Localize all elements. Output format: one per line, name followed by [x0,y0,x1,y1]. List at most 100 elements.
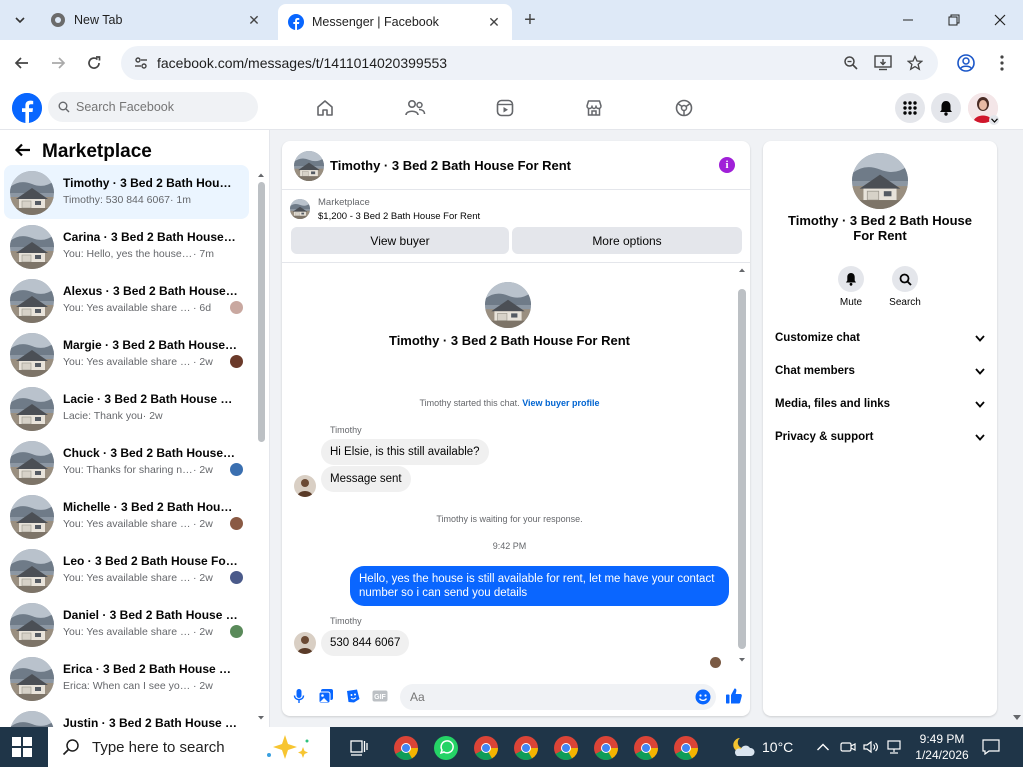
minimize-icon[interactable] [885,0,931,40]
chat-avatar[interactable] [294,151,324,181]
media-files-links-section[interactable]: Media, files and links [775,394,985,414]
facebook-logo-icon[interactable] [12,93,42,123]
video-icon[interactable] [491,94,519,122]
message-input-box[interactable] [400,684,716,710]
volume-icon[interactable] [863,740,879,754]
back-arrow-icon[interactable] [14,141,32,164]
marketplace-heading: Marketplace [14,138,152,166]
view-buyer-profile-link[interactable]: View buyer profile [522,398,599,408]
profile-icon[interactable] [952,49,980,77]
microphone-icon[interactable] [290,687,308,705]
bell-icon[interactable] [838,266,864,292]
chrome-app-icon[interactable] [513,735,539,761]
chrome-app-icon[interactable] [593,735,619,761]
conversation-item[interactable]: Daniel · 3 Bed 2 Bath House For Rent You:… [4,597,249,651]
close-window-icon[interactable] [977,0,1023,40]
new-tab-plus-icon[interactable]: + [518,8,542,32]
photo-icon[interactable] [317,687,335,705]
list-scrollbar[interactable] [257,172,265,720]
listing-thumbnail[interactable] [290,199,310,219]
conversation-item[interactable]: Leo · 3 Bed 2 Bath House For Rent You: Ye… [4,543,249,597]
notification-center-icon[interactable] [982,727,1000,767]
incoming-message[interactable]: 530 844 6067 [321,630,410,656]
network-icon[interactable] [886,740,902,754]
mute-action[interactable]: Mute [829,266,873,308]
taskbar-search-box[interactable]: Type here to search [48,727,330,767]
chevron-up-icon[interactable] [816,742,830,752]
thumbs-up-icon[interactable] [725,687,743,705]
chat-title[interactable]: Timothy · 3 Bed 2 Bath House For Rent [330,158,571,173]
notifications-bell-icon[interactable] [931,93,961,123]
conversation-item[interactable]: Margie · 3 Bed 2 Bath House For Rent You:… [4,327,249,381]
bookmark-star-icon[interactable] [905,53,925,73]
chrome-icon [51,13,65,27]
message-input[interactable] [410,690,680,704]
sticker-icon[interactable] [344,687,362,705]
zoom-icon[interactable] [841,53,861,73]
whatsapp-app-icon[interactable] [433,735,459,761]
close-tab-icon[interactable]: ✕ [486,14,502,30]
conversation-item[interactable]: Lacie · 3 Bed 2 Bath House For Rent Lacie… [4,381,249,435]
chrome-app-icon[interactable] [553,735,579,761]
chrome-app-icon[interactable] [473,735,499,761]
friends-icon[interactable] [401,94,429,122]
conversation-item[interactable]: Justin · 3 Bed 2 Bath House For Rent [4,705,249,727]
emoji-icon[interactable] [695,689,711,705]
tab-new-tab[interactable]: New Tab ✕ [40,4,272,36]
customize-chat-section[interactable]: Customize chat [775,328,985,348]
chrome-app-icon[interactable] [393,735,419,761]
clock-date: 1/24/2026 [915,748,969,762]
outgoing-message[interactable]: Hello, yes the house is still available … [350,566,729,606]
clock[interactable]: 9:49 PM 1/24/2026 [910,727,974,767]
address-bar[interactable]: facebook.com/messages/t/1411014020399553 [121,46,938,80]
restore-icon[interactable] [931,0,977,40]
tab-search-chevron-icon[interactable] [8,8,32,32]
more-options-button[interactable]: More options [512,227,742,254]
gaming-icon[interactable] [670,94,698,122]
meet-now-icon[interactable] [840,740,856,754]
conversation-item[interactable]: Michelle · 3 Bed 2 Bath House For Rent Yo… [4,489,249,543]
weather-widget[interactable]: 10°C [729,727,793,767]
conversation-item[interactable]: Carina · 3 Bed 2 Bath House For Rent You:… [4,219,249,273]
conversation-preview: You: Hello, yes the house is still avail… [63,248,233,260]
conversation-item[interactable]: Timothy · 3 Bed 2 Bath House For Rent Tim… [4,165,249,219]
marketplace-icon[interactable] [580,94,608,122]
kebab-menu-icon[interactable] [988,49,1016,77]
incoming-message[interactable]: Hi Elsie, is this still available? [321,439,489,465]
install-app-icon[interactable] [873,53,893,73]
chevron-down-icon [975,400,985,408]
reload-icon[interactable] [80,49,108,77]
forward-arrow-icon[interactable] [44,49,72,77]
info-icon[interactable]: i [719,157,735,173]
chrome-app-icon[interactable] [633,735,659,761]
conversation-item[interactable]: Chuck · 3 Bed 2 Bath House For Rent You: … [4,435,249,489]
close-tab-icon[interactable]: ✕ [246,12,262,28]
menu-grid-icon[interactable] [895,93,925,123]
privacy-support-section[interactable]: Privacy & support [775,427,985,447]
incoming-message[interactable]: Message sent [321,466,411,492]
search-action[interactable]: Search [883,266,927,308]
listing-title[interactable]: $1,200 - 3 Bed 2 Bath House For Rent [318,211,480,222]
conversation-item[interactable]: Erica · 3 Bed 2 Bath House For Rent Erica… [4,651,249,705]
tab-messenger[interactable]: Messenger | Facebook ✕ [278,4,512,40]
search-icon[interactable] [892,266,918,292]
task-view-icon[interactable] [349,737,369,757]
home-icon[interactable] [311,94,339,122]
chat-members-section[interactable]: Chat members [775,361,985,381]
conversation-item[interactable]: Alexus · 3 Bed 2 Bath House For Rent You:… [4,273,249,327]
page-scroll-down-icon[interactable] [1012,714,1022,722]
chrome-app-icon[interactable] [673,735,699,761]
thread-scrollbar[interactable] [737,263,747,673]
facebook-search-box[interactable] [48,92,258,122]
gif-icon[interactable]: GIF [371,687,389,705]
account-chevron-icon[interactable] [989,115,999,125]
browser-tabstrip: New Tab ✕ Messenger | Facebook ✕ + [0,0,1023,40]
windows-start-icon[interactable] [12,737,32,757]
back-arrow-icon[interactable] [8,49,36,77]
site-settings-icon[interactable] [131,53,151,73]
view-buyer-button[interactable]: View buyer [291,227,509,254]
url-text[interactable]: facebook.com/messages/t/1411014020399553 [157,55,447,71]
chevron-down-icon [975,334,985,342]
chat-started-notice: Timothy started this chat. View buyer pr… [282,398,737,408]
search-input[interactable] [76,100,236,114]
